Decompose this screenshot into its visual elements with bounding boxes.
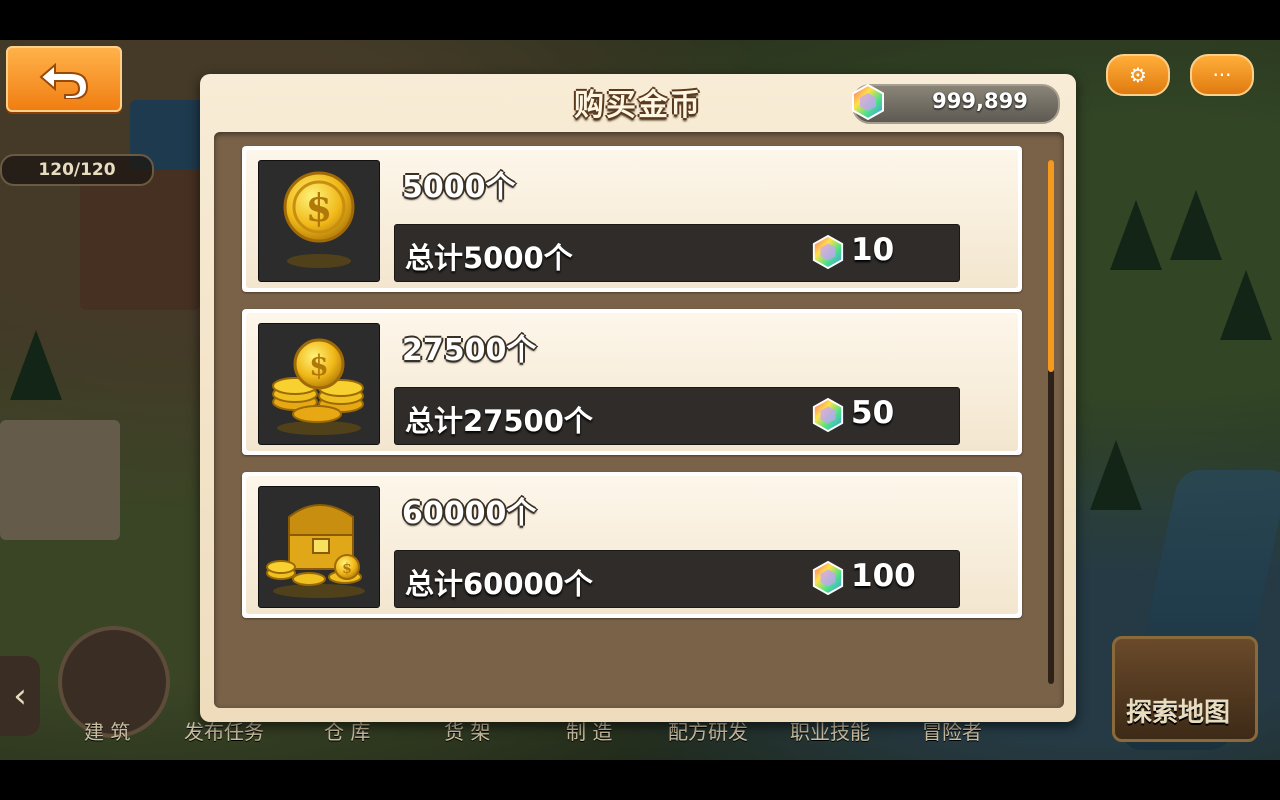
gem-balance: 999,899 (852, 84, 1060, 124)
explore-map-label: 探索地图 (1126, 698, 1231, 728)
shop-item-card: $ 5000个 总计5000个 10 (246, 150, 1018, 288)
item-amount: 60000个 (402, 496, 537, 531)
chevron-left-icon: ‹ (13, 676, 27, 716)
item-list[interactable]: $ 5000个 总计5000个 10 $ 27500个 总计27500个 50 … (214, 132, 1064, 708)
shop-item-card: $ 27500个 总计27500个 50 (246, 313, 1018, 451)
rainbow-gem-icon (812, 561, 844, 595)
rainbow-gem-icon (812, 235, 844, 269)
item-thumbnail: $ (258, 160, 380, 282)
gem-balance-value: 999,899 (932, 89, 1028, 113)
gold-coin-pile-icon: $ (272, 338, 364, 435)
game-viewport: 120/120 ⚙ ··· ‹ 建 筑 发布任务 仓 库 货 架 制 造 配方研… (0, 40, 1280, 760)
nav-label-build[interactable]: 建 筑 (84, 716, 130, 745)
letterbox-bottom (0, 760, 1280, 800)
scrollbar[interactable] (1048, 160, 1054, 684)
letterbox-top (0, 0, 1280, 40)
item-cost: 50 (851, 395, 895, 431)
nav-left-arrow[interactable]: ‹ (0, 656, 40, 736)
item-thumbnail: $ (258, 486, 380, 608)
shop-item[interactable]: $ 60000个 总计60000个 100 (242, 472, 1022, 618)
buy-button[interactable]: 总计60000个 100 (394, 550, 960, 608)
item-amount: 5000个 (402, 170, 516, 205)
svg-text:$: $ (306, 185, 332, 230)
item-amount: 27500个 (402, 333, 537, 368)
rainbow-gem-icon (812, 398, 844, 432)
stamina-display: 120/120 (0, 154, 154, 186)
single-gold-coin-icon: $ (283, 171, 355, 268)
item-total: 总计60000个 (405, 567, 593, 601)
shop-item-card: $ 60000个 总计60000个 100 (246, 476, 1018, 614)
shop-item[interactable]: $ 5000个 总计5000个 10 (242, 146, 1022, 292)
buy-gold-dialog: 购买金币 999,899 $ 5000个 总计5000个 10 $ 27500个… (200, 74, 1076, 722)
item-cost: 100 (851, 558, 916, 594)
buy-button[interactable]: 总计27500个 50 (394, 387, 960, 445)
treasure-chest-gold-icon: $ (266, 504, 365, 598)
svg-text:$: $ (309, 349, 328, 382)
item-thumbnail: $ (258, 323, 380, 445)
item-total: 总计5000个 (405, 241, 573, 275)
item-total: 总计27500个 (405, 404, 593, 438)
gear-icon: ⚙ (1129, 63, 1147, 87)
item-cost: 10 (851, 232, 895, 268)
return-arrow-icon (39, 62, 89, 99)
scrollbar-thumb[interactable] (1048, 160, 1054, 372)
shop-item[interactable]: $ 27500个 总计27500个 50 (242, 309, 1022, 455)
svg-text:$: $ (342, 561, 352, 577)
chat-bubble-icon: ··· (1212, 63, 1232, 87)
back-button[interactable] (6, 46, 122, 112)
settings-button[interactable]: ⚙ (1106, 54, 1170, 96)
chat-button[interactable]: ··· (1190, 54, 1254, 96)
rainbow-gem-icon (852, 84, 884, 120)
buy-button[interactable]: 总计5000个 10 (394, 224, 960, 282)
